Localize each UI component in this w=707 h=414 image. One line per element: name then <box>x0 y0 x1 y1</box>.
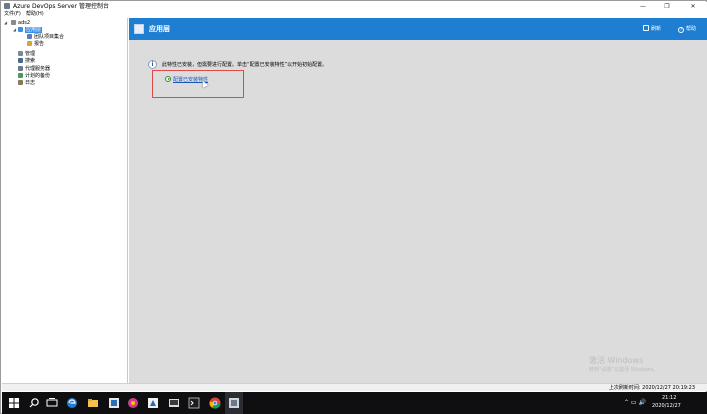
last-refresh-time: 上次刷新时间: 2020/12/27 20:19:23 <box>608 385 695 391</box>
logs-icon <box>18 80 23 85</box>
tray-icons[interactable]: ⌃ ▭ 🔊 <box>624 400 646 406</box>
app-icon <box>4 3 10 9</box>
info-icon: i <box>148 60 157 69</box>
app-window: Azure DevOps Server 管理控制台 — ❐ ✕ 文件(F) 帮助… <box>0 0 707 414</box>
restore-button[interactable]: ❐ <box>658 2 676 11</box>
edge-icon[interactable] <box>65 396 79 410</box>
highlight-annotation <box>152 70 244 98</box>
application-tier-icon <box>18 27 23 32</box>
collapse-icon[interactable]: ◢ <box>4 20 7 26</box>
menu-file[interactable]: 文件(F) <box>4 11 21 18</box>
minimize-button[interactable]: — <box>634 2 652 11</box>
file-explorer-icon[interactable] <box>86 396 100 410</box>
tree-item-application-tier[interactable]: 应用层 <box>18 27 43 33</box>
help-button[interactable]: ? 帮助 <box>678 25 696 33</box>
menu-help[interactable]: 帮助(H) <box>26 11 44 18</box>
info-message: 此特性已安装，但需要进行配置。单击“配置已安装特性”以开始初始配置。 <box>162 62 328 68</box>
menu-bar: 文件(F) 帮助(H) <box>2 11 707 18</box>
taskbar: ⌃ ▭ 🔊 21:12 2020/12/27 <box>2 392 707 414</box>
search-icon[interactable] <box>27 396 41 410</box>
task-view-icon[interactable] <box>45 396 59 410</box>
app-icon-3[interactable] <box>146 396 160 410</box>
content-header: 应用层 刷新 ? 帮助 <box>129 18 707 40</box>
tree-item-logs[interactable]: 日志 <box>18 80 35 86</box>
window-title: Azure DevOps Server 管理控制台 <box>13 3 110 10</box>
title-bar: Azure DevOps Server 管理控制台 — ❐ ✕ <box>2 2 707 11</box>
project-collections-icon <box>27 34 32 39</box>
proxy-server-icon <box>18 66 23 71</box>
tree-item-server[interactable]: ads2 <box>11 20 30 26</box>
tree-item-project-collections[interactable]: 团队项目集合 <box>27 34 64 40</box>
tree-item-administration[interactable]: 管理 <box>18 51 35 57</box>
app-icon-2[interactable] <box>126 396 140 410</box>
app-icon-1[interactable] <box>107 396 121 410</box>
application-tier-icon <box>134 24 144 34</box>
scheduled-backups-icon <box>18 73 23 78</box>
navigation-tree: ◢ ads2 ◢ 应用层 团队项目集合 报告 管理 搜索 代理服务器 计划的备份… <box>2 18 128 383</box>
taskbar-date[interactable]: 2020/12/27 <box>652 403 681 409</box>
tree-item-search[interactable]: 搜索 <box>18 58 35 64</box>
reports-icon <box>27 41 32 46</box>
tree-item-reports[interactable]: 报告 <box>27 41 44 47</box>
activation-watermark-hint: 转到“设置”以激活 Windows。 <box>589 367 659 373</box>
app-icon-4[interactable] <box>167 396 181 410</box>
tree-item-scheduled-backups[interactable]: 计划的备份 <box>18 73 50 79</box>
status-bar: 上次刷新时间: 2020/12/27 20:19:23 <box>2 383 707 391</box>
refresh-button[interactable]: 刷新 <box>643 25 661 33</box>
page-title: 应用层 <box>149 25 170 33</box>
administration-icon <box>18 51 23 56</box>
help-icon: ? <box>678 27 684 33</box>
server-icon <box>11 20 16 25</box>
app-icon-5[interactable] <box>187 396 201 410</box>
taskbar-time[interactable]: 21:12 <box>662 395 676 401</box>
collapse-icon[interactable]: ◢ <box>13 27 16 33</box>
content-pane: 应用层 刷新 ? 帮助 i 此特性已安装，但需要进行配置。单击“配置已安装特性”以… <box>129 18 707 383</box>
activation-watermark-title: 激活 Windows <box>589 356 644 365</box>
tree-item-proxy-server[interactable]: 代理服务器 <box>18 66 50 72</box>
chrome-icon[interactable] <box>208 396 222 410</box>
start-icon[interactable] <box>7 396 21 410</box>
devops-console-icon[interactable] <box>227 396 241 410</box>
search-icon <box>18 58 23 63</box>
close-button[interactable]: ✕ <box>684 2 702 11</box>
refresh-icon <box>643 25 649 31</box>
